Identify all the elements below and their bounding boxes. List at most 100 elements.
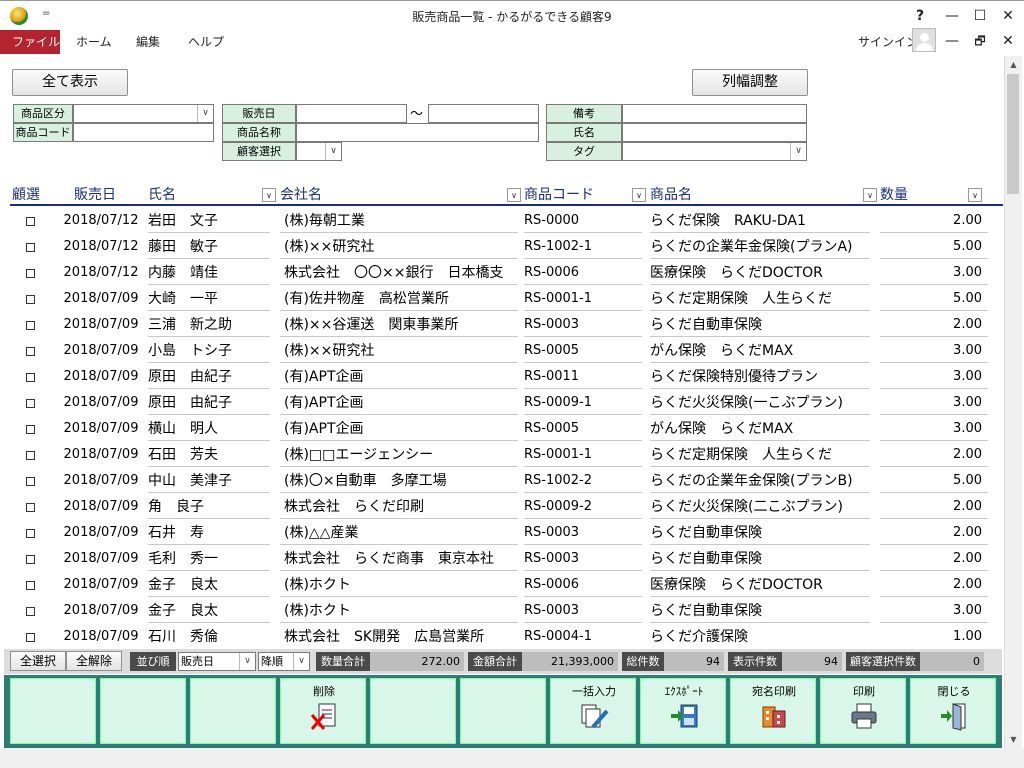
code-input[interactable] <box>73 123 214 142</box>
address-print-button[interactable]: 宛名印刷 <box>730 678 816 744</box>
product-filter-icon[interactable]: ∨ <box>863 188 877 202</box>
customer-select-dropdown[interactable]: ∨ <box>296 142 342 161</box>
category-select[interactable]: ∨ <box>73 104 214 123</box>
row-select-checkbox[interactable] <box>26 633 35 642</box>
print-button[interactable]: 印刷 <box>820 678 906 744</box>
bulk-input-label: 一括入力 <box>572 685 616 698</box>
avatar[interactable] <box>912 28 936 52</box>
sale-date-from-input[interactable] <box>296 104 407 123</box>
row-select-checkbox[interactable] <box>26 399 35 408</box>
qty-filter-icon[interactable]: ∨ <box>968 188 982 202</box>
fkey-5-button[interactable] <box>370 678 456 744</box>
row-select-checkbox[interactable] <box>26 425 35 434</box>
table-row[interactable]: 2018/07/09 原田 由紀子 (有)APT企画 RS-0011 らくだ保険特別優待… <box>10 364 1003 390</box>
table-row[interactable]: 2018/07/09 大崎 一平 (有)佐井物産 高松営業所 RS-0001-1 らくだ… <box>10 286 1003 312</box>
row-select-checkbox[interactable] <box>26 477 35 486</box>
chevron-down-icon[interactable]: ∨ <box>197 105 213 122</box>
col-select-header[interactable]: 顧選 <box>12 184 40 204</box>
row-select-checkbox[interactable] <box>26 555 35 564</box>
chevron-down-icon[interactable]: ∨ <box>293 653 309 670</box>
ribbon-restore-button[interactable]: 🗗 <box>968 30 992 52</box>
col-name-header[interactable]: 氏名 <box>148 184 176 204</box>
sort-field-select[interactable]: 販売日 ∨ <box>178 652 256 671</box>
cell-product: がん保険 らくだMAX <box>650 343 794 359</box>
table-row[interactable]: 2018/07/09 三浦 新之助 (株)××谷運送 関東事業所 RS-0003 らくだ… <box>10 312 1003 338</box>
table-row[interactable]: 2018/07/09 石川 秀倫 株式会社 SK開発 広島営業所 RS-0004-1 ら… <box>10 624 1003 648</box>
row-select-checkbox[interactable] <box>26 373 35 382</box>
table-row[interactable]: 2018/07/09 横山 明人 (有)APT企画 RS-0005 がん保険 らくだMA… <box>10 416 1003 442</box>
table-row[interactable]: 2018/07/09 中山 美津子 (株)〇×自動車 多摩工場 RS-1002-2 らく… <box>10 468 1003 494</box>
row-select-checkbox[interactable] <box>26 581 35 590</box>
company-filter-icon[interactable]: ∨ <box>507 188 521 202</box>
minimize-button[interactable]: — <box>940 5 964 27</box>
select-all-button[interactable]: 全選択 <box>10 651 66 671</box>
column-adjust-button[interactable]: 列幅調整 <box>692 69 808 96</box>
table-row[interactable]: 2018/07/09 石田 芳夫 (株)□□エージェンシー RS-0001-1 らくだ定… <box>10 442 1003 468</box>
person-input[interactable] <box>622 123 807 142</box>
app-icon[interactable] <box>10 7 28 25</box>
fkey-1-button[interactable] <box>10 678 96 744</box>
close-window-button[interactable]: 閉じる <box>910 678 996 744</box>
signin-link[interactable]: サインイン <box>858 33 918 50</box>
table-row[interactable]: 2018/07/09 小島 トシ子 (株)××研究社 RS-0005 がん保険 らくだM… <box>10 338 1003 364</box>
tag-select[interactable]: ∨ <box>622 142 807 161</box>
row-select-checkbox[interactable] <box>26 217 35 226</box>
fkey-6-button[interactable] <box>460 678 546 744</box>
row-select-checkbox[interactable] <box>26 295 35 304</box>
close-button[interactable]: ✕ <box>996 5 1020 27</box>
sort-order-select[interactable]: 降順 ∨ <box>258 652 310 671</box>
ribbon-close-button[interactable]: ✕ <box>996 30 1020 52</box>
show-all-button[interactable]: 全て表示 <box>12 69 128 96</box>
chevron-down-icon[interactable]: ∨ <box>790 143 806 160</box>
table-row[interactable]: 2018/07/09 原田 由紀子 (有)APT企画 RS-0009-1 らくだ火災保険… <box>10 390 1003 416</box>
row-select-checkbox[interactable] <box>26 529 35 538</box>
name-filter-icon[interactable]: ∨ <box>262 188 276 202</box>
sale-date-to-input[interactable] <box>428 104 539 123</box>
table-row[interactable]: 2018/07/12 藤田 敏子 (株)××研究社 RS-1002-1 らくだの企業年金… <box>10 234 1003 260</box>
col-code-header[interactable]: 商品コード <box>524 184 594 204</box>
table-row[interactable]: 2018/07/09 金子 良太 (株)ホクト RS-0006 医療保険 らくだDOCT… <box>10 572 1003 598</box>
table-row[interactable]: 2018/07/09 金子 良太 (株)ホクト RS-0003 らくだ自動車保険 3.00 <box>10 598 1003 624</box>
delete-button[interactable]: 削除 <box>280 678 366 744</box>
table-row[interactable]: 2018/07/12 内藤 靖佳 株式会社 〇〇××銀行 日本橋支 RS-0006 医療… <box>10 260 1003 286</box>
row-select-checkbox[interactable] <box>26 321 35 330</box>
scroll-down-icon[interactable]: ▼ <box>1005 731 1022 748</box>
maximize-button[interactable]: ☐ <box>968 5 992 27</box>
col-date-header[interactable]: 販売日 <box>74 184 116 204</box>
bulk-input-button[interactable]: 一括入力 <box>550 678 636 744</box>
row-select-checkbox[interactable] <box>26 607 35 616</box>
col-product-header[interactable]: 商品名 <box>650 184 692 204</box>
menu-home[interactable]: ホーム <box>62 30 126 54</box>
table-row[interactable]: 2018/07/09 石井 寿 (株)△△産業 RS-0003 らくだ自動車保険 2.00 <box>10 520 1003 546</box>
scroll-up-icon[interactable]: ▲ <box>1005 56 1022 73</box>
cell-date: 2018/07/09 <box>63 525 139 540</box>
quick-access-icon[interactable]: = <box>42 8 50 19</box>
scroll-thumb[interactable] <box>1007 74 1019 194</box>
help-icon[interactable]: ? <box>908 5 932 27</box>
code-filter-icon[interactable]: ∨ <box>632 188 646 202</box>
cell-company: (株)××研究社 <box>284 239 375 255</box>
vertical-scrollbar[interactable]: ▲ ▼ <box>1004 56 1022 748</box>
menu-help[interactable]: ヘルプ <box>174 30 238 54</box>
table-row[interactable]: 2018/07/09 毛利 秀一 株式会社 らくだ商事 東京本社 RS-0003 らくだ… <box>10 546 1003 572</box>
menu-file[interactable]: ファイル <box>0 30 60 54</box>
fkey-3-button[interactable] <box>190 678 276 744</box>
table-row[interactable]: 2018/07/09 角 良子 株式会社 らくだ印刷 RS-0009-2 らくだ火災保険… <box>10 494 1003 520</box>
export-button[interactable]: ｴｸｽﾎﾟｰﾄ <box>640 678 726 744</box>
chevron-down-icon[interactable]: ∨ <box>239 653 255 670</box>
row-select-checkbox[interactable] <box>26 347 35 356</box>
col-qty-header[interactable]: 数量 <box>880 184 908 204</box>
product-name-input[interactable] <box>296 123 539 142</box>
table-row[interactable]: 2018/07/12 岩田 文子 (株)毎朝工業 RS-0000 らくだ保険 RAKU-… <box>10 208 1003 234</box>
row-select-checkbox[interactable] <box>26 243 35 252</box>
menu-edit[interactable]: 編集 <box>122 30 174 54</box>
chevron-down-icon[interactable]: ∨ <box>325 143 341 160</box>
note-input[interactable] <box>622 104 807 123</box>
clear-all-button[interactable]: 全解除 <box>66 651 122 671</box>
row-select-checkbox[interactable] <box>26 503 35 512</box>
fkey-2-button[interactable] <box>100 678 186 744</box>
col-company-header[interactable]: 会社名 <box>280 184 322 204</box>
row-select-checkbox[interactable] <box>26 451 35 460</box>
row-select-checkbox[interactable] <box>26 269 35 278</box>
ribbon-minimize-button[interactable]: — <box>940 30 964 52</box>
